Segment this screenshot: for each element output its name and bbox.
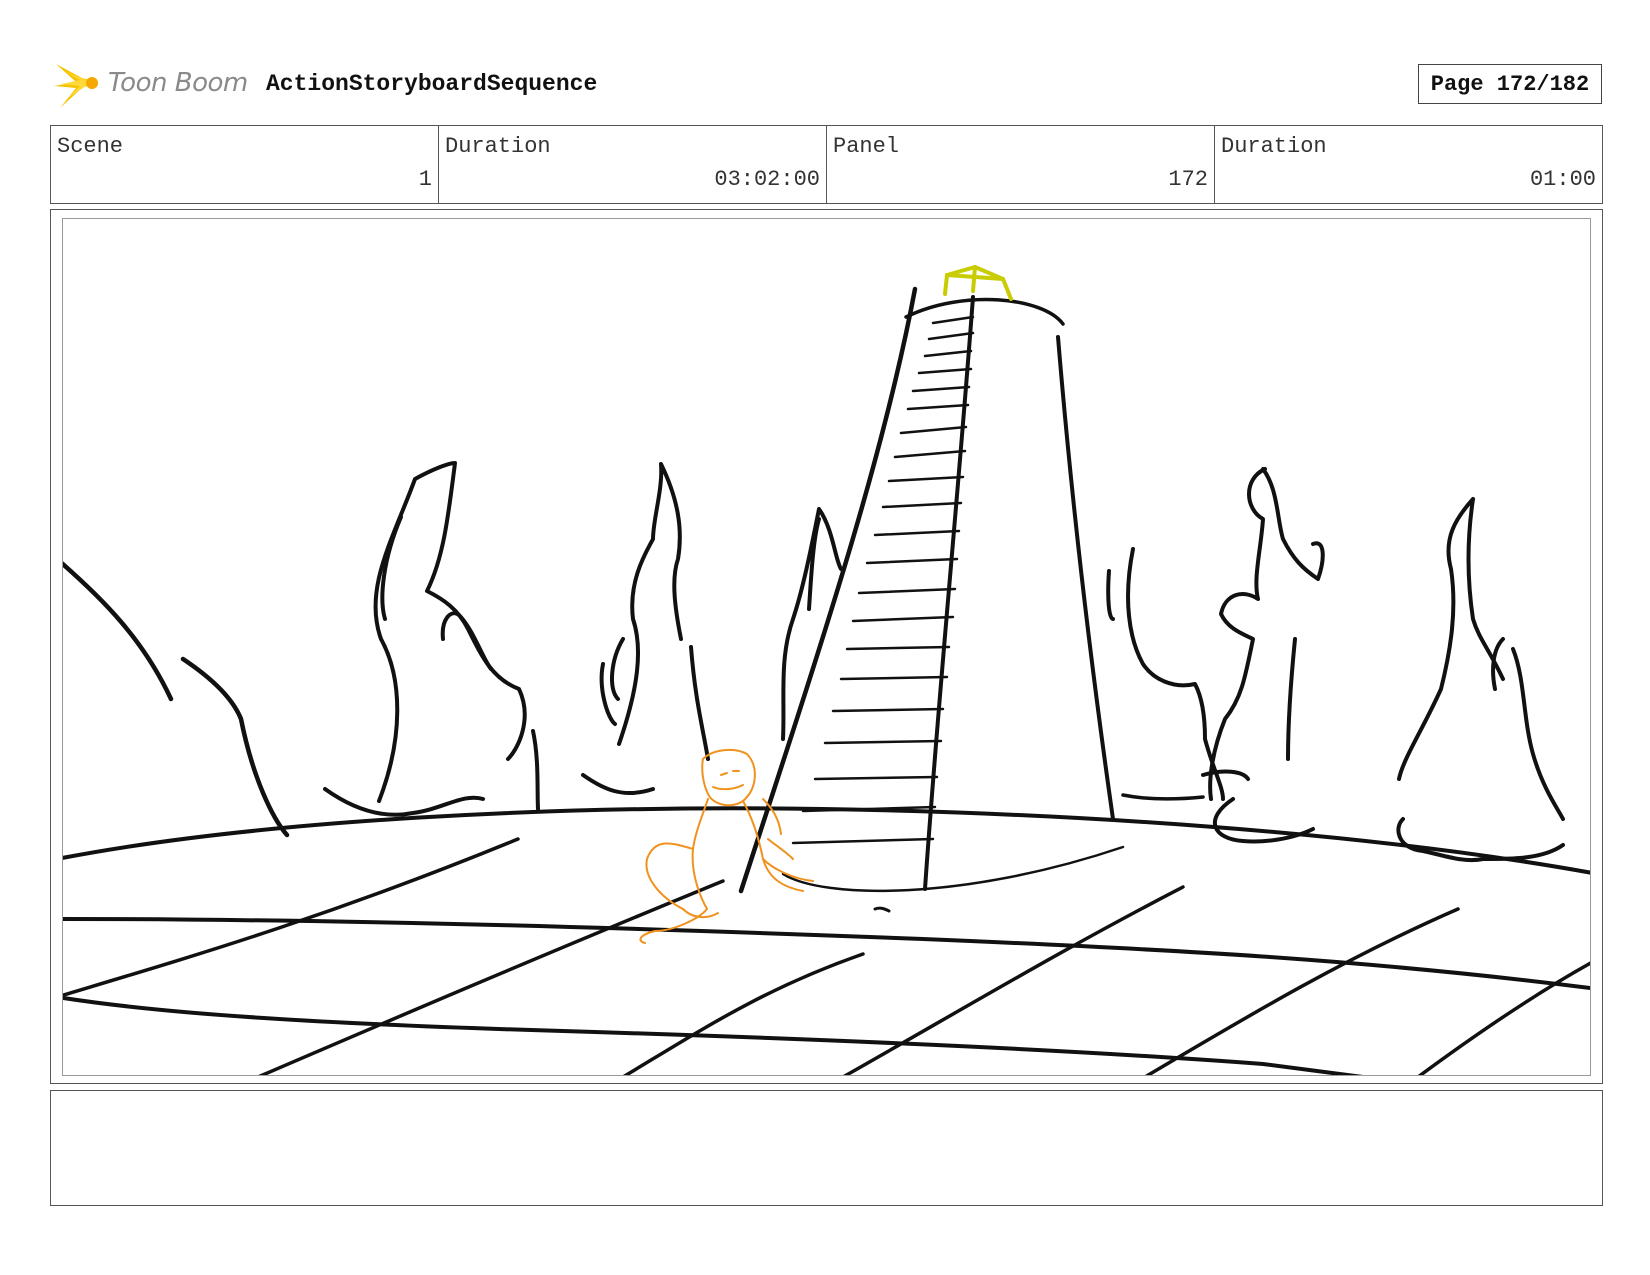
rock-spire-2b: [599, 637, 625, 726]
panel-value: 172: [1168, 167, 1208, 192]
tower-right-edge: [1056, 335, 1115, 821]
scene-cell: Scene 1: [51, 126, 439, 203]
character-sketch: [639, 748, 814, 944]
scene-label: Scene: [57, 134, 124, 159]
toon-boom-logo: Toon Boom: [52, 58, 252, 114]
rock-spire-1: [373, 461, 527, 803]
panel-duration-value: 01:00: [1529, 167, 1596, 192]
rock-spire-1b: [380, 515, 540, 811]
panel-notes-area: [50, 1090, 1603, 1206]
project-title: ActionStoryboardSequence: [266, 71, 598, 97]
logo-wordmark: Toon Boom: [108, 68, 248, 98]
tower-top: [904, 297, 1065, 326]
page-indicator: Page 172/182: [1418, 64, 1602, 104]
panel-duration-label: Duration: [1221, 134, 1327, 159]
scene-duration-cell: Duration 03:02:00: [439, 126, 827, 203]
scene-duration-label: Duration: [445, 134, 551, 159]
scene-duration-value: 03:02:00: [714, 167, 820, 192]
storyboard-drawing: [62, 218, 1591, 1076]
tower-base: [781, 845, 1125, 893]
panel-cell: Panel 172: [827, 126, 1215, 203]
rock-spire-5: [1208, 467, 1325, 801]
panel-info-table: Scene 1 Duration 03:02:00 Panel 172 Dura…: [50, 125, 1603, 204]
ladder-rungs: [791, 315, 975, 845]
rock-spire-2: [617, 462, 710, 761]
tower-inner-edge: [923, 295, 975, 891]
sketch-illustration: [63, 265, 1590, 1075]
rock-spire-4: [1106, 547, 1225, 801]
scene-value: 1: [418, 167, 432, 192]
sunburst-icon: [54, 64, 98, 108]
rock-spire-3: [781, 507, 843, 741]
rock-left-edge: [63, 561, 290, 838]
tower-left-edge: [738, 286, 918, 894]
rock-spire-6: [1397, 497, 1565, 821]
tower-top-marker: [943, 265, 1013, 301]
panel-duration-cell: Duration 01:00: [1215, 126, 1602, 203]
panel-label: Panel: [833, 134, 900, 159]
